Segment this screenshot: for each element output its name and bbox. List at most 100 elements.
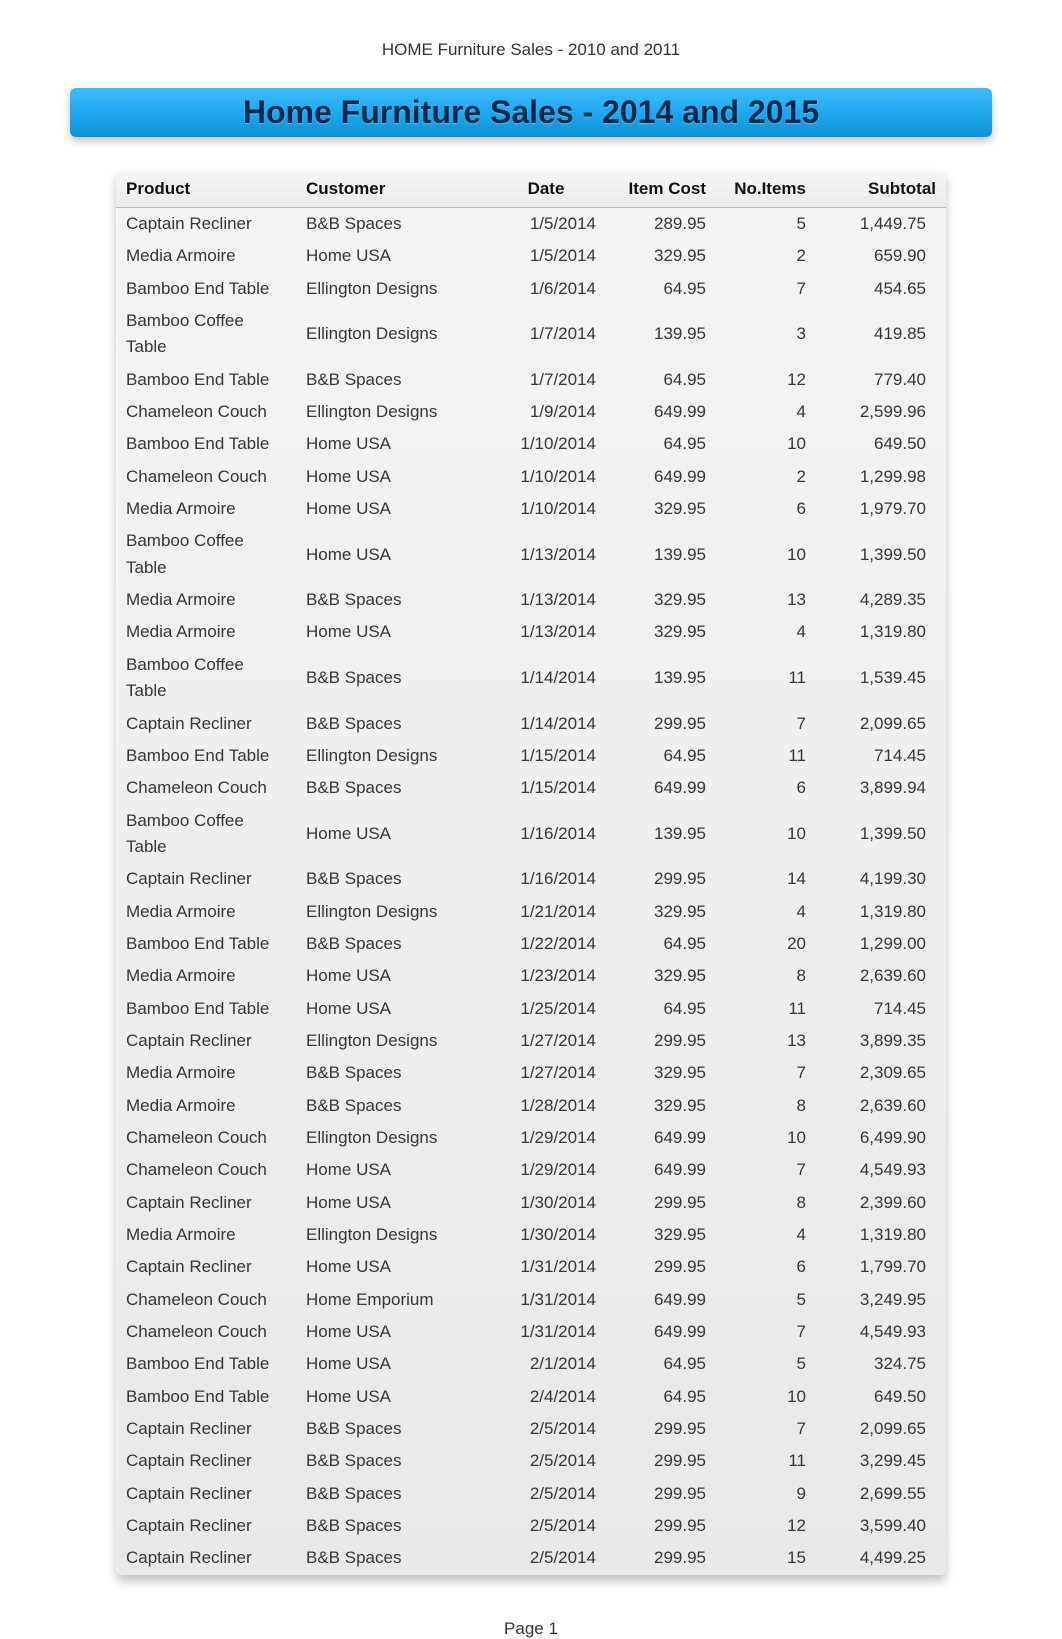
cell-item-cost: 329.95 — [606, 1057, 716, 1089]
cell-date: 1/7/2014 — [486, 364, 606, 396]
cell-product: Captain Recliner — [116, 1445, 296, 1477]
table-row: Bamboo End TableEllington Designs1/6/201… — [116, 273, 946, 305]
cell-item-cost: 64.95 — [606, 928, 716, 960]
cell-no-items: 11 — [716, 649, 816, 708]
cell-product: Bamboo Coffee Table — [116, 805, 296, 864]
cell-no-items: 5 — [716, 208, 816, 240]
cell-no-items: 6 — [716, 772, 816, 804]
cell-customer: Home USA — [296, 960, 486, 992]
cell-customer: B&B Spaces — [296, 1542, 486, 1574]
cell-subtotal: 1,319.80 — [816, 896, 946, 928]
table-row: Bamboo End TableB&B Spaces1/7/201464.951… — [116, 364, 946, 396]
cell-customer: Ellington Designs — [296, 305, 486, 364]
cell-date: 1/15/2014 — [486, 740, 606, 772]
cell-no-items: 7 — [716, 1316, 816, 1348]
cell-subtotal: 419.85 — [816, 305, 946, 364]
cell-customer: Home USA — [296, 461, 486, 493]
cell-item-cost: 299.95 — [606, 1413, 716, 1445]
cell-product: Media Armoire — [116, 1090, 296, 1122]
cell-item-cost: 649.99 — [606, 1122, 716, 1154]
cell-date: 2/5/2014 — [486, 1413, 606, 1445]
cell-item-cost: 139.95 — [606, 805, 716, 864]
table-row: Bamboo End TableB&B Spaces1/22/201464.95… — [116, 928, 946, 960]
table-row: Media ArmoireB&B Spaces1/27/2014329.9572… — [116, 1057, 946, 1089]
table-row: Captain ReclinerB&B Spaces2/5/2014299.95… — [116, 1542, 946, 1574]
cell-item-cost: 139.95 — [606, 305, 716, 364]
cell-no-items: 11 — [716, 740, 816, 772]
cell-subtotal: 649.50 — [816, 1381, 946, 1413]
cell-no-items: 10 — [716, 428, 816, 460]
cell-no-items: 4 — [716, 896, 816, 928]
cell-subtotal: 1,399.50 — [816, 525, 946, 584]
cell-subtotal: 3,899.94 — [816, 772, 946, 804]
cell-product: Media Armoire — [116, 1219, 296, 1251]
cell-customer: Home USA — [296, 493, 486, 525]
cell-no-items: 4 — [716, 1219, 816, 1251]
cell-date: 1/5/2014 — [486, 240, 606, 272]
cell-item-cost: 299.95 — [606, 1251, 716, 1283]
table-row: Chameleon CouchHome USA1/10/2014649.9921… — [116, 461, 946, 493]
cell-customer: B&B Spaces — [296, 708, 486, 740]
cell-no-items: 10 — [716, 1381, 816, 1413]
cell-customer: Home USA — [296, 1381, 486, 1413]
cell-product: Captain Recliner — [116, 1542, 296, 1574]
cell-subtotal: 779.40 — [816, 364, 946, 396]
cell-item-cost: 299.95 — [606, 708, 716, 740]
cell-item-cost: 329.95 — [606, 240, 716, 272]
cell-date: 1/16/2014 — [486, 863, 606, 895]
cell-customer: B&B Spaces — [296, 1445, 486, 1477]
cell-no-items: 2 — [716, 240, 816, 272]
cell-product: Bamboo Coffee Table — [116, 525, 296, 584]
cell-customer: Ellington Designs — [296, 1025, 486, 1057]
cell-subtotal: 6,499.90 — [816, 1122, 946, 1154]
cell-date: 2/5/2014 — [486, 1510, 606, 1542]
cell-customer: B&B Spaces — [296, 584, 486, 616]
cell-item-cost: 299.95 — [606, 1478, 716, 1510]
cell-customer: Home USA — [296, 1187, 486, 1219]
page-title: Home Furniture Sales - 2014 and 2015 — [70, 94, 992, 131]
cell-item-cost: 299.95 — [606, 1025, 716, 1057]
cell-date: 1/31/2014 — [486, 1251, 606, 1283]
cell-date: 1/5/2014 — [486, 208, 606, 240]
cell-subtotal: 3,299.45 — [816, 1445, 946, 1477]
cell-item-cost: 329.95 — [606, 584, 716, 616]
cell-item-cost: 649.99 — [606, 396, 716, 428]
cell-date: 1/21/2014 — [486, 896, 606, 928]
cell-item-cost: 299.95 — [606, 1187, 716, 1219]
cell-subtotal: 2,599.96 — [816, 396, 946, 428]
table-row: Captain ReclinerB&B Spaces2/5/2014299.95… — [116, 1413, 946, 1445]
table-row: Bamboo End TableHome USA1/10/201464.9510… — [116, 428, 946, 460]
cell-date: 1/9/2014 — [486, 396, 606, 428]
cell-customer: B&B Spaces — [296, 772, 486, 804]
cell-item-cost: 329.95 — [606, 493, 716, 525]
cell-product: Chameleon Couch — [116, 461, 296, 493]
table-row: Bamboo End TableHome USA1/25/201464.9511… — [116, 993, 946, 1025]
table-row: Bamboo End TableHome USA2/4/201464.95106… — [116, 1381, 946, 1413]
cell-no-items: 13 — [716, 1025, 816, 1057]
cell-date: 1/31/2014 — [486, 1284, 606, 1316]
page-footer: Page 1 — [70, 1619, 992, 1639]
cell-item-cost: 299.95 — [606, 1445, 716, 1477]
table-row: Bamboo End TableHome USA2/1/201464.95532… — [116, 1348, 946, 1380]
cell-date: 1/22/2014 — [486, 928, 606, 960]
cell-date: 1/30/2014 — [486, 1219, 606, 1251]
title-bar: Home Furniture Sales - 2014 and 2015 — [70, 88, 992, 137]
table-row: Chameleon CouchEllington Designs1/9/2014… — [116, 396, 946, 428]
cell-product: Media Armoire — [116, 493, 296, 525]
cell-date: 1/28/2014 — [486, 1090, 606, 1122]
cell-no-items: 15 — [716, 1542, 816, 1574]
cell-no-items: 14 — [716, 863, 816, 895]
cell-product: Bamboo Coffee Table — [116, 305, 296, 364]
cell-date: 2/1/2014 — [486, 1348, 606, 1380]
cell-product: Chameleon Couch — [116, 1122, 296, 1154]
cell-subtotal: 1,539.45 — [816, 649, 946, 708]
cell-customer: B&B Spaces — [296, 1057, 486, 1089]
cell-customer: B&B Spaces — [296, 1090, 486, 1122]
cell-product: Bamboo End Table — [116, 364, 296, 396]
cell-customer: B&B Spaces — [296, 1478, 486, 1510]
sales-table: Product Customer Date Item Cost No.Items… — [116, 171, 946, 1575]
cell-subtotal: 2,699.55 — [816, 1478, 946, 1510]
cell-subtotal: 4,289.35 — [816, 584, 946, 616]
cell-product: Captain Recliner — [116, 708, 296, 740]
cell-date: 1/30/2014 — [486, 1187, 606, 1219]
